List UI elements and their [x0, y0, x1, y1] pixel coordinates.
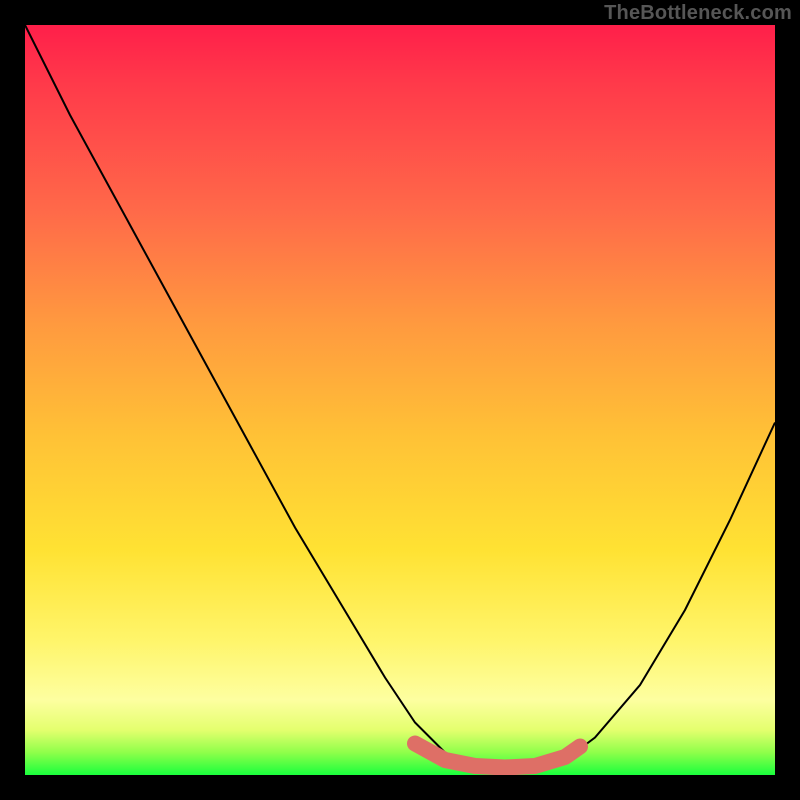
bottleneck-curve-path [25, 25, 775, 768]
chart-frame: TheBottleneck.com [0, 0, 800, 800]
chart-plot-area [25, 25, 775, 775]
watermark-text: TheBottleneck.com [604, 2, 792, 25]
chart-overlay [25, 25, 775, 775]
